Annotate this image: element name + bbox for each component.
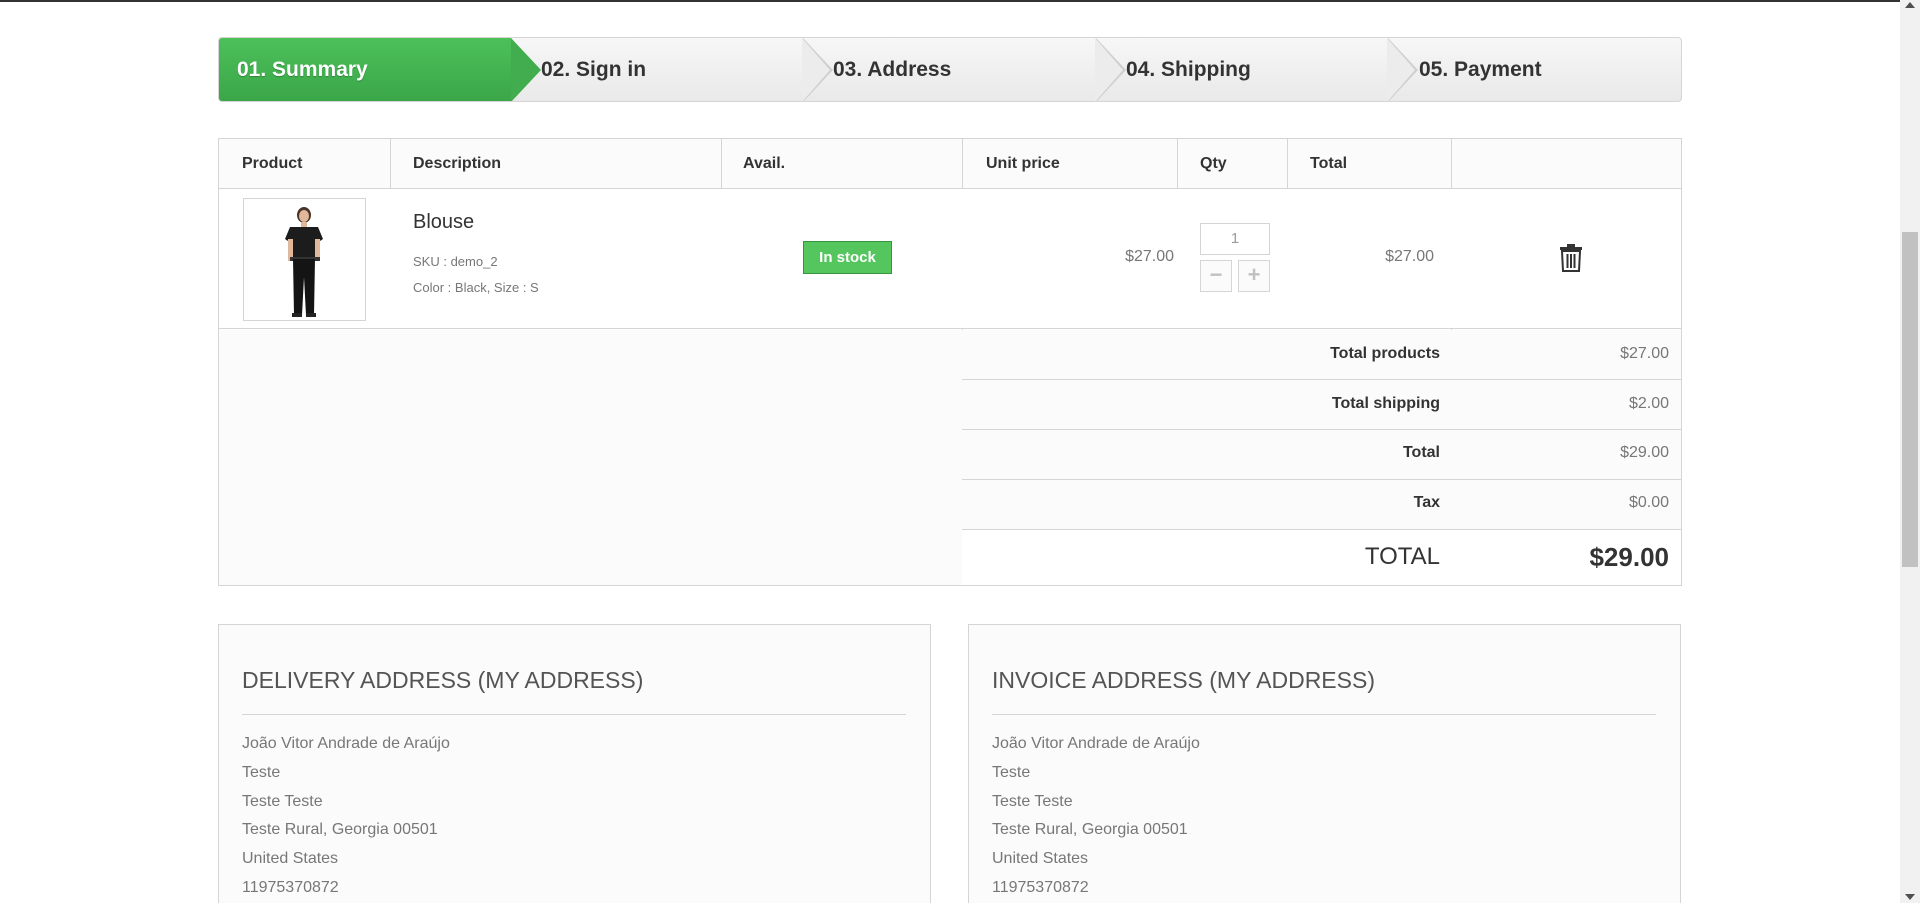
scroll-up-icon[interactable]: [1905, 2, 1915, 8]
step-summary-label: 01. Summary: [237, 58, 368, 81]
product-name-link[interactable]: Blouse: [413, 211, 474, 234]
step-payment[interactable]: 05. Payment: [1419, 38, 1681, 101]
step-shipping[interactable]: 04. Shipping: [1126, 38, 1396, 101]
delivery-phone: 11975370872: [242, 879, 339, 896]
total-row: Total $29.00: [962, 430, 1681, 479]
totals-spacer: [219, 330, 962, 585]
product-photo-icon: [244, 199, 365, 320]
step-separator-fill: [802, 38, 830, 101]
step-address[interactable]: 03. Address: [833, 38, 1103, 101]
delivery-line: Teste Teste: [242, 793, 323, 810]
invoice-city: Teste Rural, Georgia 00501: [992, 821, 1188, 838]
tax-label: Tax: [1413, 494, 1440, 511]
tax-row: Tax $0.00: [962, 480, 1681, 529]
line-total: $27.00: [1385, 248, 1434, 265]
step-separator-fill: [1387, 38, 1415, 101]
unit-price: $27.00: [1125, 248, 1174, 265]
top-border: [0, 0, 1900, 2]
delivery-city: Teste Rural, Georgia 00501: [242, 821, 438, 838]
product-sku: SKU : demo_2: [413, 254, 498, 269]
delivery-address-title: DELIVERY ADDRESS (MY ADDRESS): [242, 667, 644, 693]
step-shipping-label: 04. Shipping: [1126, 58, 1251, 81]
scrollbar-thumb[interactable]: [1902, 232, 1918, 567]
step-summary-arrow: [511, 38, 541, 101]
availability-badge: In stock: [803, 241, 892, 274]
invoice-phone: 11975370872: [992, 879, 1089, 896]
invoice-address-title: INVOICE ADDRESS (MY ADDRESS): [992, 667, 1375, 693]
step-summary[interactable]: 01. Summary: [219, 38, 511, 101]
header-avail: Avail.: [743, 155, 786, 172]
total-shipping-value: $2.00: [1628, 395, 1669, 412]
invoice-address-box: INVOICE ADDRESS (MY ADDRESS) João Vitor …: [968, 624, 1681, 903]
total-shipping-row: Total shipping $2.00: [962, 380, 1681, 429]
quantity-input[interactable]: 1: [1200, 223, 1270, 255]
step-sign-in[interactable]: 02. Sign in: [541, 38, 811, 101]
step-separator-fill: [1095, 38, 1123, 101]
vertical-scrollbar[interactable]: [1900, 0, 1920, 903]
product-image[interactable]: [243, 198, 366, 321]
table-row: Blouse SKU : demo_2 Color : Black, Size …: [219, 189, 1681, 329]
header-description: Description: [413, 155, 502, 172]
product-attributes-link[interactable]: Color : Black, Size : S: [413, 280, 539, 295]
cart-summary-table: Product Description Avail. Unit price Qt…: [218, 138, 1682, 586]
trash-icon[interactable]: [1559, 244, 1583, 272]
step-sign-in-label: 02. Sign in: [541, 58, 647, 81]
header-product: Product: [242, 155, 303, 172]
tax-value: $0.00: [1628, 494, 1669, 511]
grand-total-label: TOTAL: [1364, 543, 1440, 570]
delivery-country: United States: [242, 850, 339, 867]
checkout-steps: 01. Summary 02. Sign in 03. Address 04. …: [218, 37, 1682, 102]
quantity-decrease-button[interactable]: −: [1200, 260, 1232, 292]
grand-total-value: $29.00: [1589, 542, 1669, 572]
step-payment-label: 05. Payment: [1419, 58, 1542, 81]
scroll-down-icon[interactable]: [1905, 894, 1915, 900]
minus-icon: −: [1209, 262, 1223, 287]
total-products-row: Total products $27.00: [962, 330, 1681, 379]
divider: [242, 714, 906, 715]
delivery-address-box: DELIVERY ADDRESS (MY ADDRESS) João Vitor…: [218, 624, 931, 903]
header-qty: Qty: [1200, 155, 1227, 172]
invoice-country: United States: [992, 850, 1089, 867]
delivery-line: Teste: [242, 764, 281, 781]
header-unit-price: Unit price: [986, 155, 1060, 172]
total-value: $29.00: [1620, 444, 1669, 461]
quantity-increase-button[interactable]: +: [1238, 260, 1270, 292]
total-products-label: Total products: [1330, 345, 1440, 362]
total-shipping-label: Total shipping: [1331, 395, 1440, 412]
step-address-label: 03. Address: [833, 58, 952, 81]
invoice-line: Teste: [992, 764, 1031, 781]
total-products-value: $27.00: [1620, 345, 1669, 362]
total-label: Total: [1402, 444, 1440, 461]
invoice-line: Teste Teste: [992, 793, 1073, 810]
delivery-name: João Vitor Andrade de Araújo: [242, 735, 450, 752]
invoice-name: João Vitor Andrade de Araújo: [992, 735, 1200, 752]
plus-icon: +: [1247, 262, 1261, 287]
table-header: Product Description Avail. Unit price Qt…: [219, 139, 1681, 189]
header-total: Total: [1310, 155, 1348, 172]
divider: [992, 714, 1656, 715]
grand-total-row: TOTAL $29.00: [962, 530, 1681, 585]
